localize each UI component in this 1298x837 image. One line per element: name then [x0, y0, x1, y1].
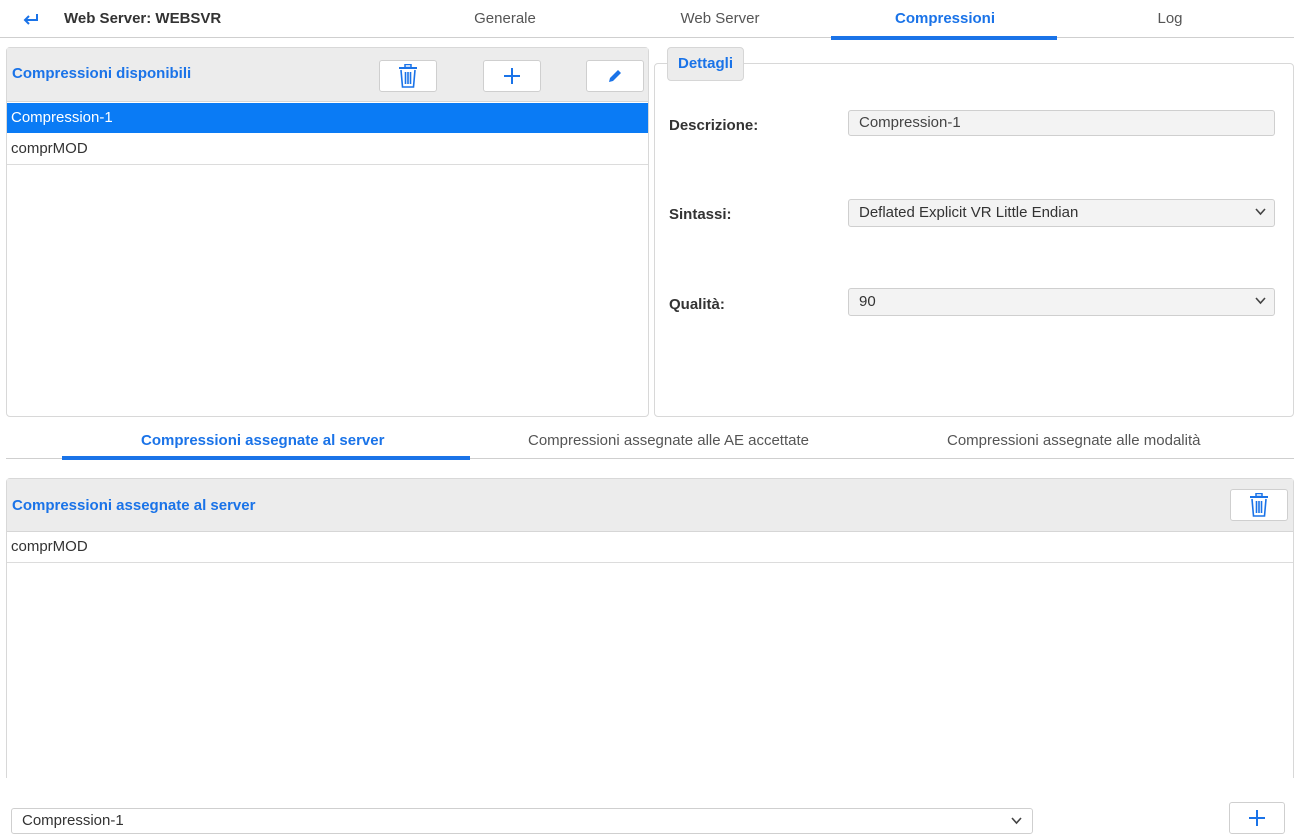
- list-item[interactable]: comprMOD: [7, 532, 1293, 562]
- syntax-selected-value: Deflated Explicit VR Little Endian: [859, 204, 1079, 221]
- details-panel: Dettagli Descrizione: Compression-1 Sint…: [654, 47, 1294, 417]
- description-field[interactable]: Compression-1: [848, 110, 1275, 136]
- add-button[interactable]: [483, 60, 541, 92]
- panel-title: Compressioni disponibili: [12, 65, 192, 82]
- panel-header: Compressioni disponibili: [7, 48, 648, 102]
- quality-label: Qualità:: [669, 296, 725, 313]
- plus-icon: [1249, 810, 1265, 826]
- chevron-down-icon: [1011, 817, 1022, 825]
- list-item[interactable]: comprMOD: [7, 134, 648, 164]
- assigned-compressions-panel: Compressioni assegnate al server comprMO…: [6, 478, 1294, 778]
- quality-selected-value: 90: [859, 293, 876, 310]
- delete-button[interactable]: [379, 60, 437, 92]
- description-label: Descrizione:: [669, 117, 759, 134]
- chevron-down-icon: [1255, 208, 1266, 216]
- subtab-server[interactable]: Compressioni assegnate al server: [141, 432, 384, 449]
- active-tab-indicator: [831, 36, 1057, 40]
- quality-select[interactable]: 90: [848, 288, 1275, 316]
- syntax-select[interactable]: Deflated Explicit VR Little Endian: [848, 199, 1275, 227]
- panel-header: Compressioni assegnate al server: [7, 479, 1293, 532]
- return-arrow-icon[interactable]: [22, 11, 40, 27]
- panel-title: Compressioni assegnate al server: [12, 497, 256, 514]
- delete-assigned-button[interactable]: [1230, 489, 1288, 521]
- list-divider: [7, 562, 1293, 563]
- tab-generale[interactable]: Generale: [455, 10, 555, 27]
- pencil-icon: [609, 70, 621, 82]
- tab-log[interactable]: Log: [1140, 10, 1200, 27]
- available-compressions-panel: Compressioni disponibili Compression-1 c…: [6, 47, 649, 417]
- tab-compressioni[interactable]: Compressioni: [880, 10, 1010, 27]
- list-divider: [7, 164, 648, 165]
- subtab-modalita[interactable]: Compressioni assegnate alle modalità: [947, 432, 1200, 449]
- compression-selected-value: Compression-1: [22, 812, 124, 829]
- chevron-down-icon: [1255, 297, 1266, 305]
- active-subtab-indicator: [62, 456, 470, 460]
- top-bar: Web Server: WEBSVR Generale Web Server C…: [0, 0, 1298, 40]
- plus-icon: [504, 68, 520, 84]
- page-title: Web Server: WEBSVR: [64, 10, 222, 27]
- subtab-ae-accettate[interactable]: Compressioni assegnate alle AE accettate: [528, 432, 809, 449]
- edit-button[interactable]: [586, 60, 644, 92]
- compression-select[interactable]: Compression-1: [11, 808, 1033, 834]
- details-legend: Dettagli: [667, 47, 745, 81]
- tab-divider: [0, 37, 1294, 38]
- trash-icon: [399, 64, 417, 88]
- tab-web-server[interactable]: Web Server: [665, 10, 775, 27]
- list-item[interactable]: Compression-1: [7, 103, 648, 133]
- syntax-label: Sintassi:: [669, 206, 732, 223]
- add-assigned-button[interactable]: [1229, 802, 1285, 834]
- trash-icon: [1250, 493, 1268, 517]
